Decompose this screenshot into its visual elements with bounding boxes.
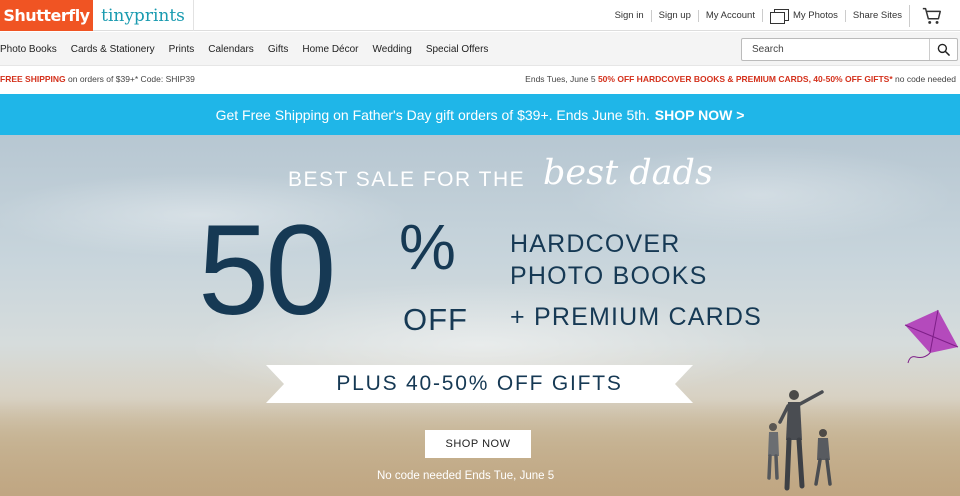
ribbon-text: PLUS 40-50% OFF GIFTS [336,372,623,395]
sign-in-link[interactable]: Sign in [608,10,651,22]
offer-line-photo-books: PHOTO BOOKS [510,262,708,290]
page: Shutterfly tinyprints Sign in Sign up My… [0,0,960,496]
cart-icon [922,7,941,24]
hero-tagline: BEST SALE FOR THE [288,168,526,191]
promo-strip: FREE SHIPPING on orders of $39+* Code: S… [0,67,960,93]
nav-item-gifts[interactable]: Gifts [261,44,296,55]
main-nav: Photo Books Cards & Stationery Prints Ca… [0,32,960,66]
nav-item-cards-stationery[interactable]: Cards & Stationery [64,44,162,55]
sale-promo[interactable]: Ends Tues, June 5 50% OFF HARDCOVER BOOK… [525,74,956,84]
free-shipping-label: FREE SHIPPING [0,74,66,84]
hero-tagline-script: best dads [543,153,713,193]
sale-no-code: no code needed [892,74,956,84]
nav-item-wedding[interactable]: Wedding [366,44,419,55]
shutterfly-logo[interactable]: Shutterfly [0,0,93,31]
nav-item-calendars[interactable]: Calendars [201,44,261,55]
my-photos-label: My Photos [792,9,838,21]
top-bar: Shutterfly tinyprints Sign in Sign up My… [0,0,960,31]
sale-end-date: Ends Tues, June 5 [525,74,598,84]
free-shipping-details: on orders of $39+* Code: SHIP39 [65,74,195,84]
discount-percent: % [399,211,456,283]
my-photos-link[interactable]: My Photos [761,9,845,24]
search-icon [937,43,950,56]
family-image [767,390,832,491]
shop-now-button[interactable]: SHOP NOW [425,430,531,458]
hero-footnote: No code needed Ends Tue, June 5 [377,470,555,482]
banner-shop-now-link[interactable]: SHOP NOW > [655,107,745,123]
account-links: Sign in Sign up My Account My Photos Sha… [608,0,950,31]
nav-item-home-decor[interactable]: Home Décor [295,44,365,55]
hero-banner[interactable]: BEST SALE FOR THE best dads 50 % OFF HAR… [0,135,960,496]
discount-off: OFF [403,302,468,337]
free-shipping-promo[interactable]: FREE SHIPPING on orders of $39+* Code: S… [0,74,195,84]
nav-item-prints[interactable]: Prints [162,44,202,55]
fathers-day-banner[interactable]: Get Free Shipping on Father's Day gift o… [0,94,960,135]
nav-items: Photo Books Cards & Stationery Prints Ca… [0,32,495,66]
search-input[interactable] [742,39,930,60]
share-sites-link[interactable]: Share Sites [844,9,909,22]
kite-image [904,309,959,364]
offer-line-premium-cards: + PREMIUM CARDS [510,303,763,331]
my-account-link[interactable]: My Account [697,9,762,22]
search-button[interactable] [929,39,957,60]
photos-icon [769,9,789,24]
sign-up-link[interactable]: Sign up [650,9,698,22]
tinyprints-logo[interactable]: tinyprints [93,0,194,31]
cart-link[interactable] [909,4,950,27]
discount-number: 50 [198,199,336,342]
nav-item-special-offers[interactable]: Special Offers [419,44,496,55]
sale-offer: 50% OFF HARDCOVER BOOKS & PREMIUM CARDS,… [597,74,893,84]
gifts-ribbon: PLUS 40-50% OFF GIFTS [266,365,693,403]
search-box [741,38,958,61]
banner-text: Get Free Shipping on Father's Day gift o… [215,106,650,123]
nav-item-photo-books[interactable]: Photo Books [0,44,64,55]
offer-line-hardcover: HARDCOVER [510,230,681,258]
